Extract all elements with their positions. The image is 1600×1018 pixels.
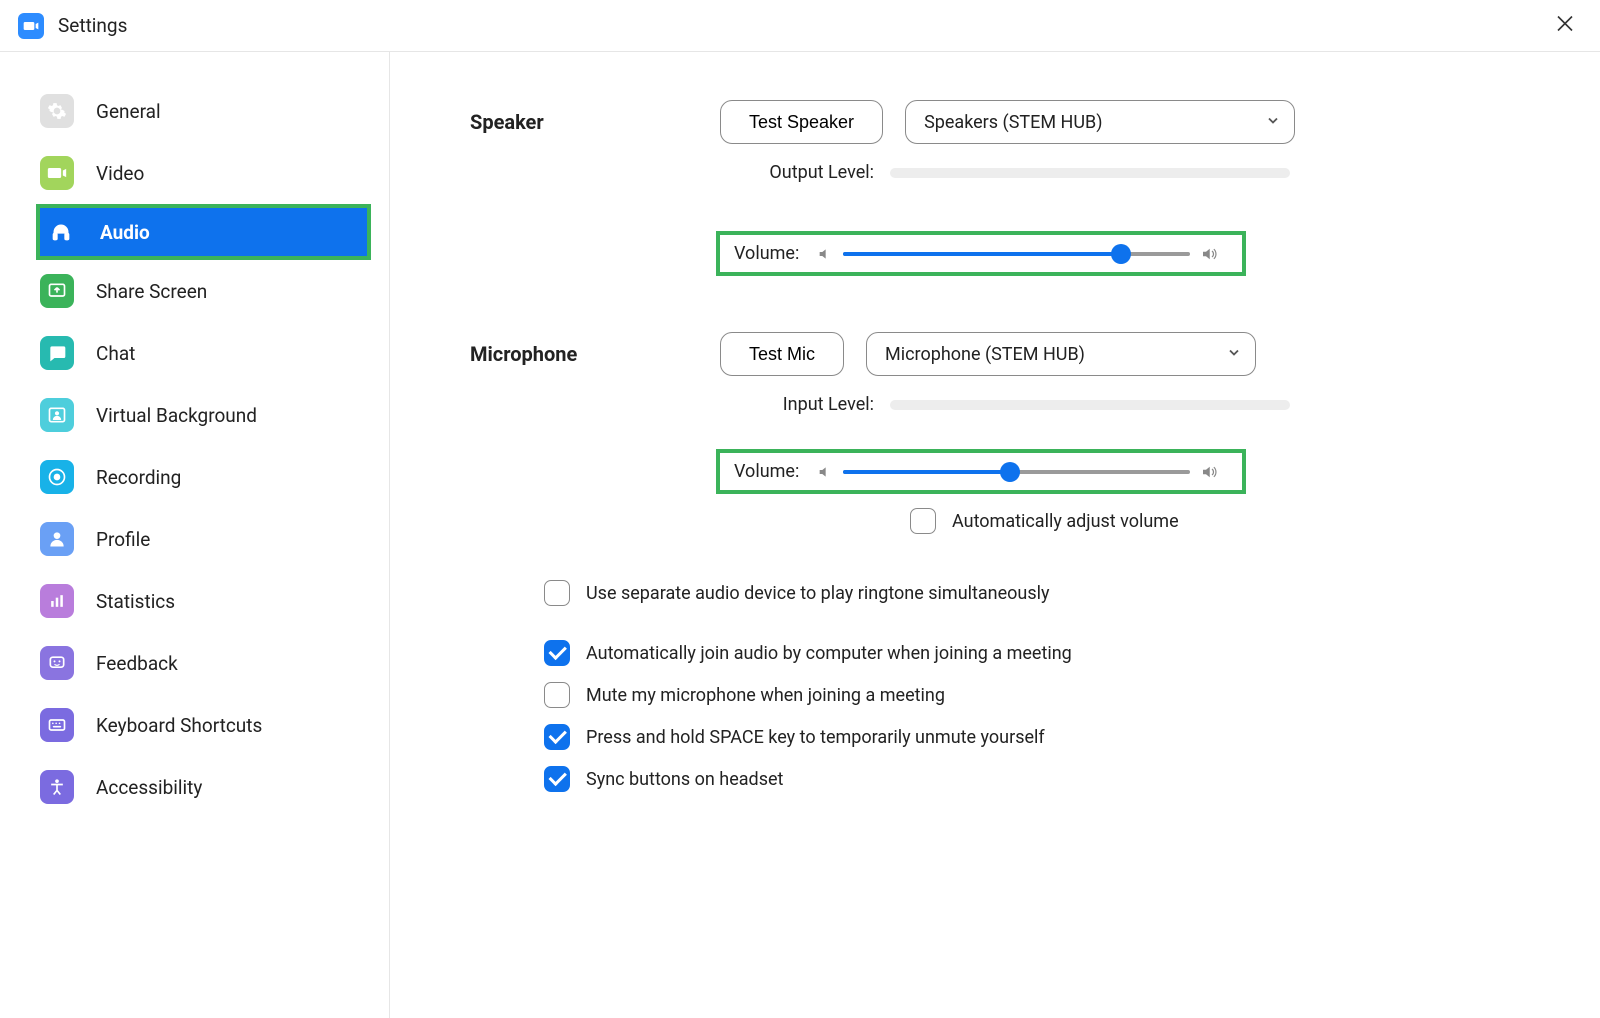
- sidebar-item-label: Share Screen: [96, 280, 207, 303]
- share-screen-icon: [40, 274, 74, 308]
- window-title: Settings: [58, 14, 127, 37]
- microphone-volume-label: Volume:: [734, 461, 799, 482]
- video-icon: [40, 156, 74, 190]
- sidebar-item-feedback[interactable]: Feedback: [0, 632, 389, 694]
- speaker-high-icon: [1200, 245, 1218, 263]
- speaker-volume-label: Volume:: [734, 243, 799, 264]
- auto-adjust-volume-checkbox[interactable]: [910, 508, 936, 534]
- sidebar-item-keyboard-shortcuts[interactable]: Keyboard Shortcuts: [0, 694, 389, 756]
- test-speaker-button[interactable]: Test Speaker: [720, 100, 883, 144]
- output-level-label: Output Level:: [720, 162, 890, 183]
- output-level-meter: [890, 168, 1290, 178]
- speaker-device-select[interactable]: Speakers (STEM HUB): [905, 100, 1295, 144]
- sidebar-item-label: Audio: [100, 221, 150, 244]
- close-icon: [1556, 14, 1574, 32]
- option-label: Automatically join audio by computer whe…: [586, 643, 1072, 664]
- microphone-device-value: Microphone (STEM HUB): [885, 344, 1085, 365]
- sidebar-item-statistics[interactable]: Statistics: [0, 570, 389, 632]
- titlebar: Settings: [0, 0, 1600, 52]
- speaker-high-icon: [1200, 463, 1218, 481]
- option-label: Use separate audio device to play ringto…: [586, 583, 1050, 604]
- sidebar-item-label: General: [96, 100, 161, 123]
- microphone-device-select[interactable]: Microphone (STEM HUB): [866, 332, 1256, 376]
- mute-on-join-checkbox[interactable]: [544, 682, 570, 708]
- headphones-icon: [44, 215, 78, 249]
- input-level-meter: [890, 400, 1290, 410]
- speaker-device-value: Speakers (STEM HUB): [924, 112, 1102, 133]
- settings-sidebar: General Video Audio Share Screen Chat: [0, 52, 390, 1018]
- sidebar-item-general[interactable]: General: [0, 80, 389, 142]
- microphone-volume-row: Volume:: [716, 449, 1246, 494]
- sidebar-item-audio[interactable]: Audio: [36, 204, 371, 260]
- input-level-label: Input Level:: [720, 394, 890, 415]
- statistics-icon: [40, 584, 74, 618]
- sidebar-item-label: Accessibility: [96, 776, 202, 799]
- sidebar-item-recording[interactable]: Recording: [0, 446, 389, 508]
- option-label: Press and hold SPACE key to temporarily …: [586, 727, 1045, 748]
- speaker-low-icon: [817, 246, 833, 262]
- sidebar-item-label: Chat: [96, 342, 135, 365]
- sidebar-item-accessibility[interactable]: Accessibility: [0, 756, 389, 818]
- test-mic-button[interactable]: Test Mic: [720, 332, 844, 376]
- chevron-down-icon: [1227, 344, 1241, 365]
- sync-headset-checkbox[interactable]: [544, 766, 570, 792]
- space-unmute-checkbox[interactable]: [544, 724, 570, 750]
- speaker-section-label: Speaker: [470, 110, 720, 134]
- sidebar-item-label: Video: [96, 162, 144, 185]
- speaker-low-icon: [817, 464, 833, 480]
- sidebar-item-profile[interactable]: Profile: [0, 508, 389, 570]
- speaker-volume-row: Volume:: [716, 231, 1246, 276]
- close-button[interactable]: [1548, 9, 1582, 42]
- gear-icon: [40, 94, 74, 128]
- profile-icon: [40, 522, 74, 556]
- sidebar-item-chat[interactable]: Chat: [0, 322, 389, 384]
- sidebar-item-label: Statistics: [96, 590, 175, 613]
- audio-settings-panel: Speaker Test Speaker Speakers (STEM HUB)…: [390, 52, 1600, 1018]
- sidebar-item-virtual-background[interactable]: Virtual Background: [0, 384, 389, 446]
- accessibility-icon: [40, 770, 74, 804]
- feedback-icon: [40, 646, 74, 680]
- sidebar-item-share-screen[interactable]: Share Screen: [0, 260, 389, 322]
- keyboard-icon: [40, 708, 74, 742]
- chat-icon: [40, 336, 74, 370]
- microphone-volume-slider[interactable]: [843, 462, 1190, 482]
- separate-ringtone-device-checkbox[interactable]: [544, 580, 570, 606]
- auto-join-audio-checkbox[interactable]: [544, 640, 570, 666]
- auto-adjust-volume-label: Automatically adjust volume: [952, 511, 1179, 532]
- recording-icon: [40, 460, 74, 494]
- sidebar-item-label: Feedback: [96, 652, 178, 675]
- chevron-down-icon: [1266, 112, 1280, 133]
- sidebar-item-label: Profile: [96, 528, 150, 551]
- speaker-volume-slider[interactable]: [843, 244, 1190, 264]
- sidebar-item-label: Recording: [96, 466, 181, 489]
- zoom-app-icon: [18, 13, 44, 39]
- sidebar-item-label: Virtual Background: [96, 404, 257, 427]
- option-label: Sync buttons on headset: [586, 769, 783, 790]
- microphone-section-label: Microphone: [470, 342, 720, 366]
- virtual-background-icon: [40, 398, 74, 432]
- sidebar-item-video[interactable]: Video: [0, 142, 389, 204]
- option-label: Mute my microphone when joining a meetin…: [586, 685, 945, 706]
- sidebar-item-label: Keyboard Shortcuts: [96, 714, 262, 737]
